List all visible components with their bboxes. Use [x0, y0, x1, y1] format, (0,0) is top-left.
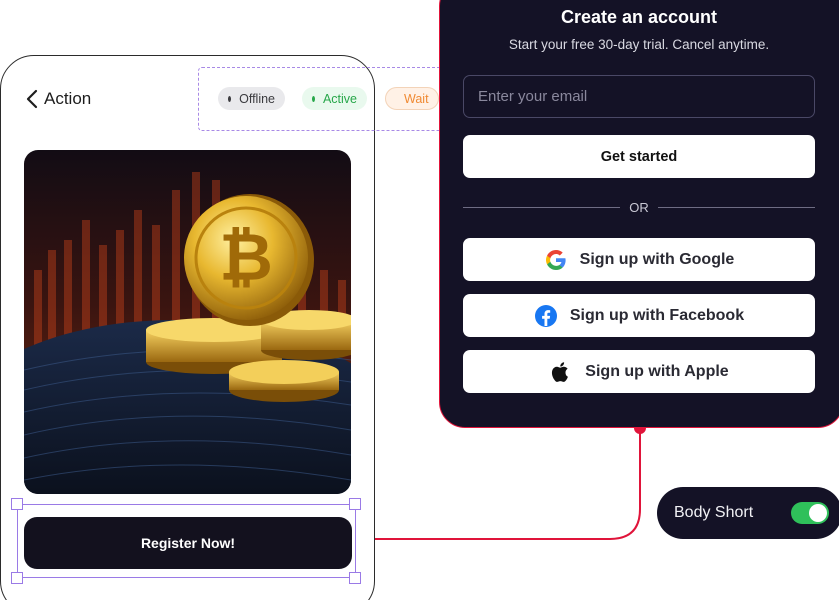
- signup-title: Create an account: [560, 7, 718, 27]
- get-started-button[interactable]: Get started: [463, 135, 815, 178]
- google-label: Sign up with Google: [579, 250, 735, 268]
- dot-icon: [228, 95, 232, 102]
- svg-text:₿: ₿: [219, 220, 273, 294]
- google-signup-button[interactable]: Sign up with Google: [463, 238, 815, 281]
- body-short-toggle[interactable]: [791, 502, 829, 524]
- apple-icon: [552, 361, 569, 382]
- divider-line-left: [463, 207, 620, 208]
- facebook-signup-button[interactable]: Sign up with Facebook: [463, 294, 815, 337]
- divider-line-right: [658, 207, 815, 208]
- body-short-control: Body Short: [657, 487, 839, 539]
- resize-handle-bl[interactable]: [11, 572, 23, 584]
- register-now-button[interactable]: Register Now!: [24, 517, 352, 569]
- signup-subtitle: Start your free 30-day trial. Cancel any…: [508, 37, 770, 52]
- bitcoin-image: ₿: [24, 150, 351, 494]
- chip-label: Offline: [239, 91, 275, 106]
- resize-handle-br[interactable]: [349, 572, 361, 584]
- apple-label: Sign up with Apple: [585, 362, 729, 380]
- toggle-knob: [809, 504, 827, 522]
- facebook-icon: [534, 304, 557, 327]
- status-chip-wait[interactable]: Wait: [385, 87, 439, 110]
- resize-handle-tr[interactable]: [349, 498, 361, 510]
- google-icon: [545, 249, 566, 270]
- facebook-label: Sign up with Facebook: [569, 306, 745, 324]
- apple-signup-button[interactable]: Sign up with Apple: [463, 350, 815, 393]
- or-divider: OR: [629, 200, 649, 215]
- resize-handle-tl[interactable]: [11, 498, 23, 510]
- chevron-left-icon: [26, 89, 38, 109]
- back-label: Action: [44, 89, 92, 108]
- back-button[interactable]: Action: [24, 88, 91, 110]
- email-input[interactable]: [463, 75, 815, 118]
- dot-icon: [312, 95, 315, 102]
- chip-label: Active: [322, 91, 357, 106]
- chip-label: Wait: [404, 91, 429, 106]
- status-chip-active[interactable]: Active: [302, 87, 367, 110]
- status-chip-offline[interactable]: Offline: [218, 87, 285, 110]
- body-short-label: Body Short: [674, 504, 754, 521]
